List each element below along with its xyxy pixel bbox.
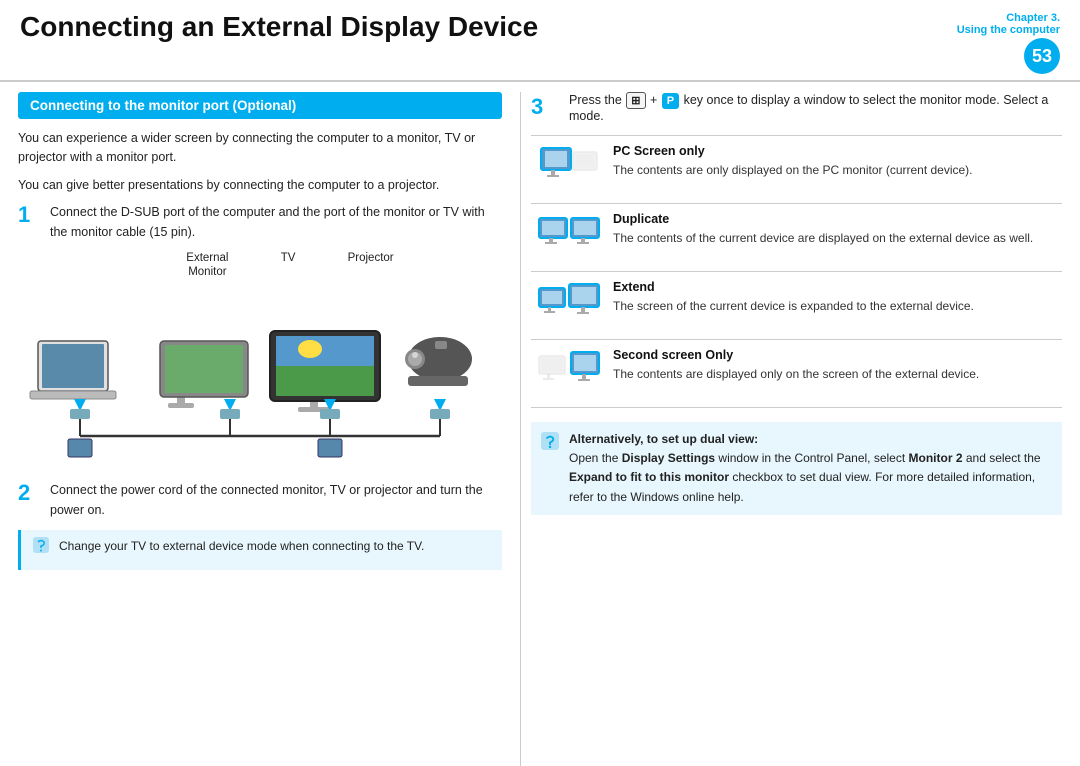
note-box-left: Change your TV to external device mode w… — [18, 530, 502, 570]
p-key-icon: P — [662, 93, 679, 109]
label-monitor: ExternalMonitor — [186, 252, 228, 280]
mode-icon-pc-screen — [531, 136, 607, 204]
mode-row-second: Second screen Only The contents are disp… — [531, 340, 1062, 408]
step-3-header: 3 Press the ⊞ + P key once to display a … — [531, 92, 1062, 123]
note-icon-left — [31, 535, 51, 563]
mode-icon-duplicate — [531, 204, 607, 272]
modes-table: PC Screen only The contents are only dis… — [531, 135, 1062, 408]
page-number: 53 — [1024, 38, 1060, 74]
step3-plus: + — [650, 93, 661, 107]
label-projector: Projector — [348, 252, 394, 280]
right-column: 3 Press the ⊞ + P key once to display a … — [520, 92, 1080, 766]
note-text-left: Change your TV to external device mode w… — [59, 537, 424, 555]
step-1-text: Connect the D-SUB port of the computer a… — [50, 203, 502, 242]
diagram-area: ExternalMonitor TV Projector — [18, 252, 502, 472]
label-tv: TV — [281, 252, 296, 280]
diagram-svg — [20, 281, 500, 471]
note-box-right: Alternatively, to set up dual view: Open… — [531, 422, 1062, 515]
page-title: Connecting an External Display Device — [20, 12, 538, 43]
mode-desc-pc-screen: PC Screen only The contents are only dis… — [607, 136, 1062, 204]
step-2-number: 2 — [18, 481, 44, 505]
diagram-labels: ExternalMonitor TV Projector — [18, 252, 502, 280]
mode-desc-duplicate: Duplicate The contents of the current de… — [607, 204, 1062, 272]
note-content-right: Alternatively, to set up dual view: Open… — [569, 430, 1050, 507]
step3-text-before: Press the — [569, 93, 622, 107]
note-body-right: Open the Display Settings window in the … — [569, 451, 1041, 503]
mode-desc-extend: Extend The screen of the current device … — [607, 272, 1062, 340]
page-header: Connecting an External Display Device Ch… — [0, 0, 1080, 82]
mode-icon-second — [531, 340, 607, 408]
chapter-badge: Chapter 3.Using the computer 53 — [957, 12, 1060, 74]
note-title-right: Alternatively, to set up dual view: — [569, 432, 758, 446]
mode-row-pc-screen: PC Screen only The contents are only dis… — [531, 136, 1062, 204]
note-icon-right — [539, 430, 561, 461]
mode-row-extend: Extend The screen of the current device … — [531, 272, 1062, 340]
chapter-label: Chapter 3.Using the computer — [957, 12, 1060, 36]
step-1: 1 Connect the D-SUB port of the computer… — [18, 203, 502, 242]
intro-text-2: You can give better presentations by con… — [18, 176, 502, 195]
step-1-number: 1 — [18, 203, 44, 227]
main-content: Connecting to the monitor port (Optional… — [0, 82, 1080, 766]
mode-row-duplicate: Duplicate The contents of the current de… — [531, 204, 1062, 272]
win-key-icon: ⊞ — [626, 92, 645, 109]
step-2: 2 Connect the power cord of the connecte… — [18, 481, 502, 520]
step-3-number: 3 — [531, 95, 557, 119]
page-container: Connecting an External Display Device Ch… — [0, 0, 1080, 766]
left-column: Connecting to the monitor port (Optional… — [0, 92, 520, 766]
step-3-text: Press the ⊞ + P key once to display a wi… — [569, 92, 1062, 123]
intro-text-1: You can experience a wider screen by con… — [18, 129, 502, 168]
mode-icon-extend — [531, 272, 607, 340]
mode-desc-second: Second screen Only The contents are disp… — [607, 340, 1062, 408]
section-header: Connecting to the monitor port (Optional… — [18, 92, 502, 119]
step-2-text: Connect the power cord of the connected … — [50, 481, 502, 520]
